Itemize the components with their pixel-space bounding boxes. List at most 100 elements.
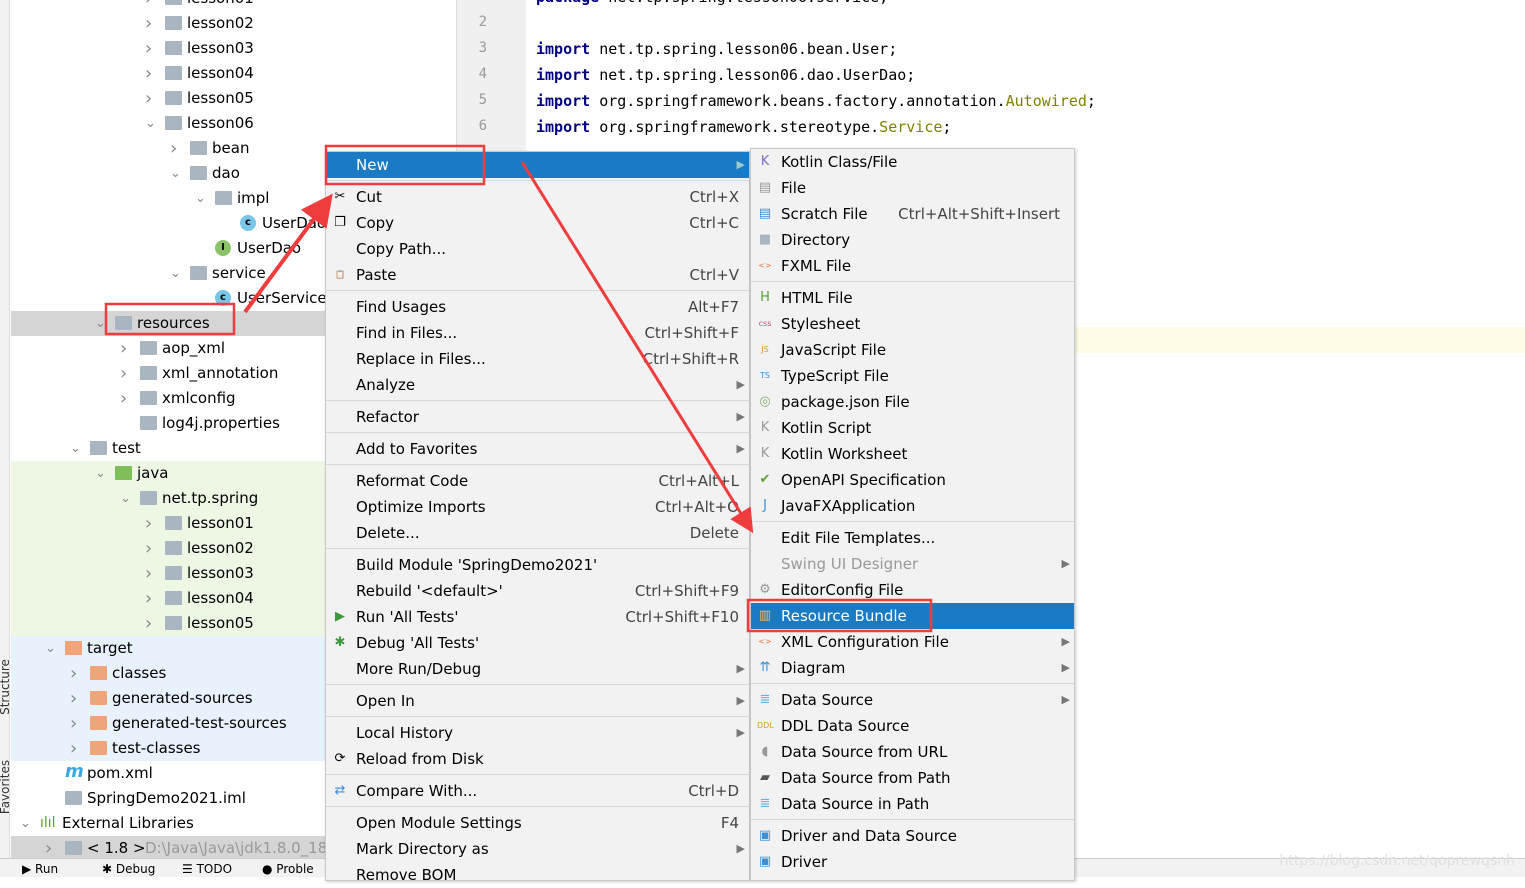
menu-item-kotlin-script[interactable]: K Kotlin Script xyxy=(751,415,1074,441)
test-folder-icon xyxy=(115,466,132,480)
tree-item[interactable]: › lesson03 xyxy=(11,36,456,61)
chevron-right-icon[interactable]: › xyxy=(70,686,82,711)
menu-item-refactor[interactable]: Refactor ▶ xyxy=(326,404,749,430)
menu-item-openapi-specification[interactable]: ✔ OpenAPI Specification xyxy=(751,467,1074,493)
tree-item[interactable]: › lesson02 xyxy=(11,11,456,36)
chevron-down-icon[interactable]: ⌄ xyxy=(170,261,182,286)
code-line[interactable]: import net.tp.spring.lesson06.dao.UserDa… xyxy=(536,66,915,84)
menu-item-fxml-file[interactable]: <> FXML File xyxy=(751,253,1074,279)
chevron-down-icon[interactable]: ⌄ xyxy=(45,636,57,661)
menu-item-debug-all-tests[interactable]: ✱ Debug 'All Tests' xyxy=(326,630,749,656)
chevron-right-icon[interactable]: › xyxy=(145,511,157,536)
menu-item-rebuild-default[interactable]: Rebuild '<default>' Ctrl+Shift+F9 xyxy=(326,578,749,604)
menu-item-javascript-file[interactable]: JS JavaScript File xyxy=(751,337,1074,363)
menu-item-diagram[interactable]: ⇈ Diagram ▶ xyxy=(751,655,1074,681)
menu-item-html-file[interactable]: H HTML File xyxy=(751,285,1074,311)
menu-item-more-run-debug[interactable]: More Run/Debug ▶ xyxy=(326,656,749,682)
chevron-right-icon[interactable]: › xyxy=(120,361,132,386)
chevron-right-icon[interactable]: › xyxy=(145,536,157,561)
menu-item-typescript-file[interactable]: TS TypeScript File xyxy=(751,363,1074,389)
menu-item-stylesheet[interactable]: css Stylesheet xyxy=(751,311,1074,337)
menu-item-package-json-file[interactable]: ◎ package.json File xyxy=(751,389,1074,415)
menu-item-reload-from-disk[interactable]: ⟳ Reload from Disk xyxy=(326,746,749,772)
chevron-right-icon[interactable]: › xyxy=(70,736,82,761)
chevron-right-icon[interactable]: › xyxy=(145,86,157,111)
menu-item-replace-in-files[interactable]: Replace in Files... Ctrl+Shift+R xyxy=(326,346,749,372)
menu-item-run-all-tests[interactable]: ▶ Run 'All Tests' Ctrl+Shift+F10 xyxy=(326,604,749,630)
menu-item-new[interactable]: New ▶ xyxy=(326,152,749,178)
menu-item-driver[interactable]: ▣ Driver xyxy=(751,849,1074,875)
menu-item-data-source[interactable]: ≣ Data Source ▶ xyxy=(751,687,1074,713)
menu-item-directory[interactable]: ■ Directory xyxy=(751,227,1074,253)
tree-item[interactable]: ⌄ lesson06 xyxy=(11,111,456,136)
chevron-down-icon[interactable]: ⌄ xyxy=(145,111,157,136)
chevron-right-icon[interactable]: › xyxy=(120,336,132,361)
chevron-right-icon[interactable]: › xyxy=(145,0,157,11)
chevron-right-icon[interactable]: › xyxy=(145,36,157,61)
chevron-down-icon[interactable]: ⌄ xyxy=(170,161,182,186)
menu-item-edit-file-templates[interactable]: Edit File Templates... xyxy=(751,525,1074,551)
menu-item-delete[interactable]: Delete... Delete xyxy=(326,520,749,546)
tree-item[interactable]: › lesson01 xyxy=(11,0,456,11)
menu-item-xml-configuration-file[interactable]: <> XML Configuration File ▶ xyxy=(751,629,1074,655)
menu-item-compare-with[interactable]: ⇄ Compare With... Ctrl+D xyxy=(326,778,749,804)
bottom-tab-run[interactable]: ▶ Run xyxy=(22,862,58,876)
menu-item-javafxapplication[interactable]: J JavaFXApplication xyxy=(751,493,1074,519)
chevron-down-icon[interactable]: ⌄ xyxy=(195,186,207,211)
menu-item-driver-and-data-source[interactable]: ▣ Driver and Data Source xyxy=(751,823,1074,849)
tree-item[interactable]: › lesson04 xyxy=(11,61,456,86)
chevron-right-icon[interactable]: › xyxy=(120,386,132,411)
menu-item-ddl-data-source[interactable]: DDL DDL Data Source xyxy=(751,713,1074,739)
menu-item-open-in[interactable]: Open In ▶ xyxy=(326,688,749,714)
menu-item-paste[interactable]: 📋 Paste Ctrl+V xyxy=(326,262,749,288)
chevron-down-icon[interactable]: ⌄ xyxy=(20,811,32,836)
menu-item-optimize-imports[interactable]: Optimize Imports Ctrl+Alt+O xyxy=(326,494,749,520)
menu-item-kotlin-worksheet[interactable]: K Kotlin Worksheet xyxy=(751,441,1074,467)
chevron-down-icon[interactable]: ⌄ xyxy=(95,311,107,336)
code-line[interactable]: import org.springframework.stereotype.Se… xyxy=(536,118,951,136)
bottom-tab-debug[interactable]: ✱ Debug xyxy=(102,862,155,876)
chevron-right-icon[interactable]: › xyxy=(45,836,57,858)
menu-item-copy[interactable]: ❐ Copy Ctrl+C xyxy=(326,210,749,236)
tree-item-label: generated-test-sources xyxy=(112,714,287,732)
code-line[interactable]: import org.springframework.beans.factory… xyxy=(536,92,1096,110)
menu-item-editorconfig-file[interactable]: ⚙ EditorConfig File xyxy=(751,577,1074,603)
menu-item-data-source-from-path[interactable]: ▰ Data Source from Path xyxy=(751,765,1074,791)
menu-item-reformat-code[interactable]: Reformat Code Ctrl+Alt+L xyxy=(326,468,749,494)
menu-item-local-history[interactable]: Local History ▶ xyxy=(326,720,749,746)
chevron-right-icon[interactable]: › xyxy=(170,136,182,161)
menu-item-open-module-settings[interactable]: Open Module Settings F4 xyxy=(326,810,749,836)
menu-item-file[interactable]: ▤ File xyxy=(751,175,1074,201)
chevron-right-icon[interactable]: › xyxy=(145,586,157,611)
menu-item-data-source-in-path[interactable]: ≣ Data Source in Path xyxy=(751,791,1074,817)
chevron-right-icon[interactable]: › xyxy=(145,611,157,636)
chevron-down-icon[interactable]: ⌄ xyxy=(120,486,132,511)
menu-item-resource-bundle[interactable]: ▥ Resource Bundle xyxy=(751,603,1074,629)
chevron-right-icon[interactable]: › xyxy=(145,61,157,86)
code-line[interactable]: import net.tp.spring.lesson06.bean.User; xyxy=(536,40,897,58)
menu-item-kotlin-class-file[interactable]: K Kotlin Class/File xyxy=(751,149,1074,175)
chevron-right-icon[interactable]: › xyxy=(70,711,82,736)
bottom-tab-proble[interactable]: ● Proble xyxy=(262,862,314,876)
chevron-right-icon[interactable]: › xyxy=(70,661,82,686)
menu-item-cut[interactable]: ✂ Cut Ctrl+X xyxy=(326,184,749,210)
menu-item-scratch-file[interactable]: ▤ Scratch File Ctrl+Alt+Shift+Insert xyxy=(751,201,1074,227)
menu-item-mark-directory-as[interactable]: Mark Directory as ▶ xyxy=(326,836,749,862)
chevron-right-icon[interactable]: › xyxy=(145,561,157,586)
menu-item-copy-path[interactable]: Copy Path... xyxy=(326,236,749,262)
menu-item-analyze[interactable]: Analyze ▶ xyxy=(326,372,749,398)
bottom-tab-todo[interactable]: ☰ TODO xyxy=(182,862,232,876)
chevron-down-icon[interactable]: ⌄ xyxy=(70,436,82,461)
menu-item-data-source-from-url[interactable]: ◖ Data Source from URL xyxy=(751,739,1074,765)
menu-item-add-to-favorites[interactable]: Add to Favorites ▶ xyxy=(326,436,749,462)
menu-item-find-usages[interactable]: Find Usages Alt+F7 xyxy=(326,294,749,320)
tree-item[interactable]: › lesson05 xyxy=(11,86,456,111)
menu-item-find-in-files[interactable]: Find in Files... Ctrl+Shift+F xyxy=(326,320,749,346)
chevron-right-icon[interactable]: › xyxy=(145,11,157,36)
menu-item-swing-ui-designer[interactable]: Swing UI Designer ▶ xyxy=(751,551,1074,577)
code-line[interactable]: package net.tp.spring.lesson06.service; xyxy=(536,0,888,6)
menu-item-build-module-springdemo2021[interactable]: Build Module 'SpringDemo2021' xyxy=(326,552,749,578)
menu-item-remove-bom[interactable]: Remove BOM xyxy=(326,862,749,888)
menu-item-shortcut: Ctrl+Shift+F10 xyxy=(625,608,739,626)
chevron-down-icon[interactable]: ⌄ xyxy=(95,461,107,486)
